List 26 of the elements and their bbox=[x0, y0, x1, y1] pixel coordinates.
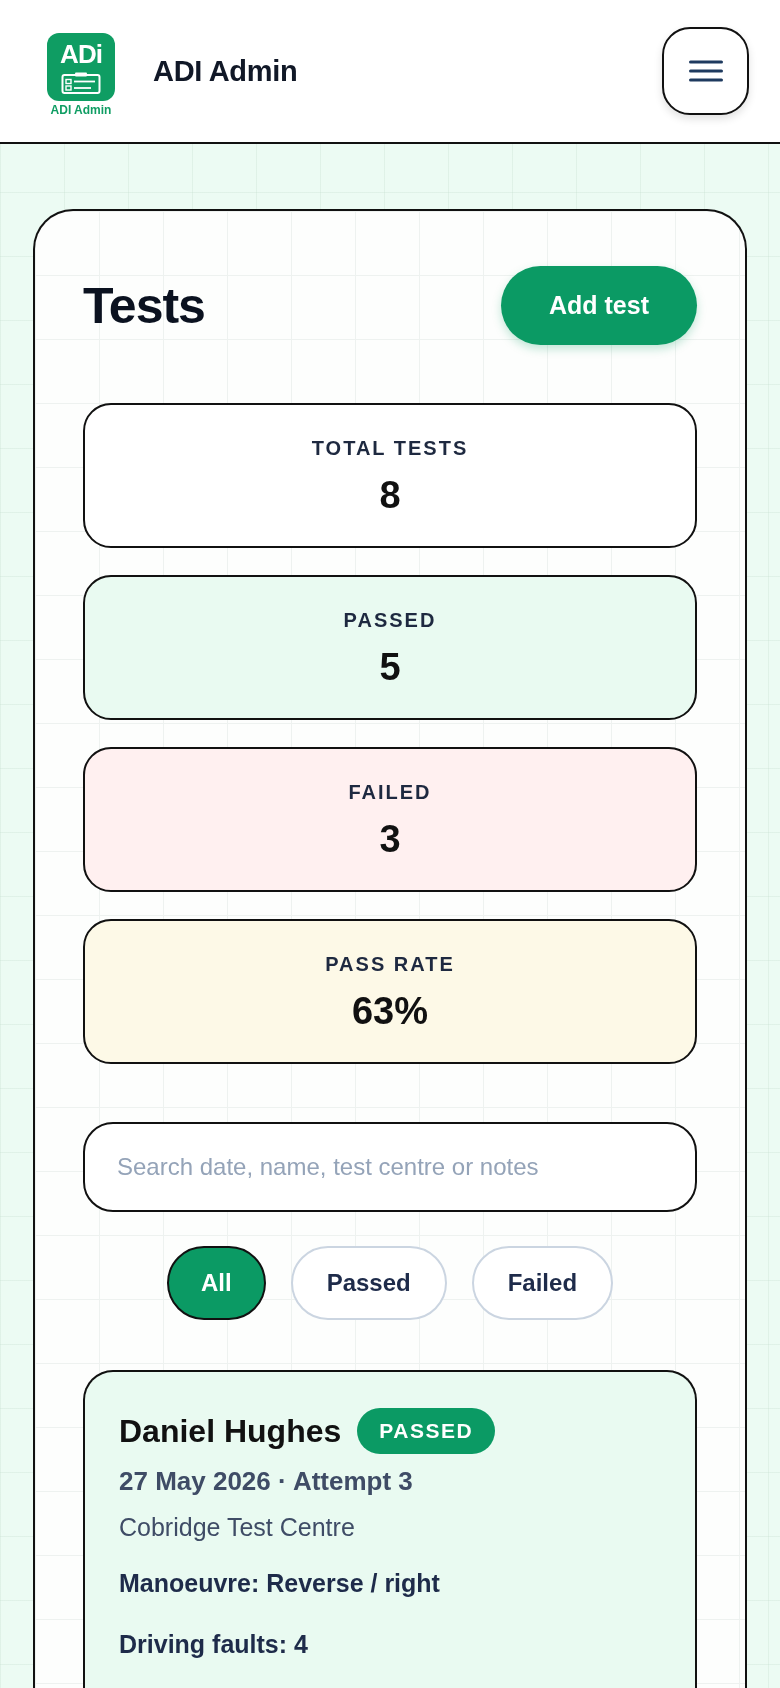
logo-mark-text: ADi bbox=[60, 40, 102, 68]
filter-chip[interactable]: Passed bbox=[290, 1246, 447, 1320]
stat-value: 3 bbox=[379, 817, 401, 860]
test-date-attempt: 27 May 2026 · Attempt 3 bbox=[119, 1465, 413, 1498]
menu-button[interactable] bbox=[662, 27, 749, 115]
stat-label: FAILED bbox=[348, 779, 432, 804]
stat-value: 5 bbox=[379, 645, 401, 688]
status-badge: PASSED bbox=[357, 1408, 496, 1454]
stat-label: TOTAL TESTS bbox=[311, 435, 469, 460]
search-field[interactable]: Search date, name, test centre or notes bbox=[83, 1122, 697, 1212]
add-test-button[interactable]: Add test bbox=[501, 266, 697, 345]
clipboard-icon bbox=[61, 72, 101, 94]
stat-value: 63% bbox=[351, 989, 429, 1032]
logo-caption: ADI Admin bbox=[50, 103, 112, 117]
manoeuvre-text: Manoeuvre: Reverse / right bbox=[119, 1568, 440, 1599]
menu-icon bbox=[688, 60, 723, 82]
driving-faults-text: Driving faults: 4 bbox=[119, 1629, 308, 1660]
page-title: Tests bbox=[83, 276, 205, 336]
app-title: ADI Admin bbox=[153, 54, 298, 88]
filter-chip[interactable]: All bbox=[166, 1246, 266, 1320]
student-name: Daniel Hughes bbox=[119, 1412, 342, 1451]
stat-label: PASS RATE bbox=[325, 951, 455, 976]
test-centre: Cobridge Test Centre bbox=[119, 1512, 355, 1543]
filter-chip[interactable]: Failed bbox=[471, 1246, 614, 1320]
stat-value: 8 bbox=[379, 473, 401, 516]
stat-label: PASSED bbox=[343, 607, 437, 632]
